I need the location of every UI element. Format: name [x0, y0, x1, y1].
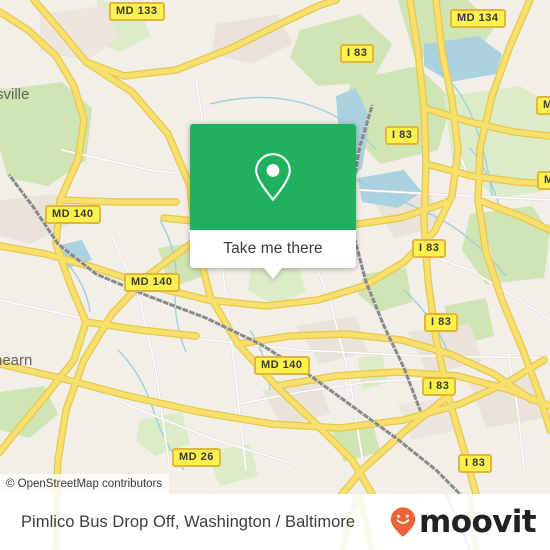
card-pin-area	[190, 124, 356, 230]
road-shield: I 83	[458, 454, 493, 473]
road-shield: MD 134	[450, 9, 506, 28]
road-shield: MD	[536, 96, 550, 115]
take-me-there-label: Take me there	[223, 240, 323, 257]
map-place-label: hearn	[0, 352, 33, 369]
road-shield: MD 140	[45, 205, 101, 224]
road-shield: MD 133	[109, 2, 165, 21]
road-shield: MD 26	[172, 448, 221, 467]
location-callout-card[interactable]: Take me there	[190, 124, 356, 279]
moovit-pin-smiley-icon	[390, 507, 416, 537]
road-shield: MD	[537, 171, 550, 190]
road-shield: MD 140	[124, 273, 180, 292]
road-shield: I 83	[385, 126, 420, 145]
map-pin-icon	[255, 153, 291, 202]
road-shield: I 83	[422, 377, 457, 396]
callout-tail	[264, 268, 282, 279]
map-attribution[interactable]: © OpenStreetMap contributors	[0, 474, 170, 494]
footer-bar: Pimlico Bus Drop Off, Washington / Balti…	[0, 494, 550, 550]
road-shield: I 83	[412, 239, 447, 258]
moovit-brand[interactable]: moovit	[389, 503, 537, 540]
card-action-area[interactable]: Take me there	[190, 230, 356, 279]
screenshot-root: .land{fill:#f2efe9} .green{fill:#cfe5b4}…	[0, 0, 550, 550]
road-shield: I 83	[424, 313, 459, 332]
map-place-label: sville	[0, 86, 30, 103]
road-shield: MD 140	[254, 356, 310, 375]
location-title: Pimlico Bus Drop Off, Washington / Balti…	[21, 512, 356, 531]
moovit-wordmark: moovit	[419, 503, 537, 540]
road-shield: I 83	[340, 44, 375, 63]
